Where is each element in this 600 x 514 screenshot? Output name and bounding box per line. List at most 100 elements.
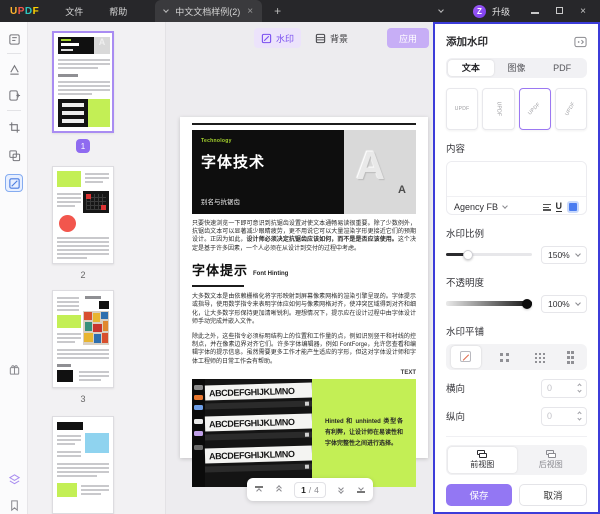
annotation-icon [8, 33, 21, 46]
section-heading: 字体提示 Font Hinting [192, 260, 416, 279]
tab-close-icon[interactable]: × [247, 6, 253, 17]
opacity-slider-handle[interactable] [522, 299, 532, 309]
watermark-text-input[interactable] [447, 162, 586, 196]
thumbnail-panel: A 1 [28, 22, 166, 514]
thumbnail-page-1[interactable]: A [52, 31, 114, 133]
avatar[interactable]: Z [473, 5, 486, 18]
account-chevron-icon[interactable] [438, 7, 444, 13]
bookmark-icon [8, 499, 21, 512]
next-page-button[interactable] [339, 486, 343, 493]
document-viewport: 水印 背景 应用 Technology 字体技术 别名与抗锯齿 A A 只要快速… [166, 22, 433, 514]
tiling-single-icon [460, 351, 471, 362]
first-page-icon [256, 488, 262, 494]
front-view-button[interactable]: 前视图 [448, 447, 517, 473]
previous-page-button[interactable] [277, 486, 281, 493]
scale-slider[interactable] [446, 253, 532, 256]
menu-help[interactable]: 帮助 [109, 5, 127, 18]
upgrade-button[interactable]: 升级 [492, 5, 510, 18]
save-button[interactable]: 保存 [446, 484, 512, 506]
page-indicator[interactable]: 1/4 [294, 482, 326, 498]
background-mode-label: 背景 [330, 32, 348, 45]
bookmark-button[interactable] [5, 496, 23, 514]
watermark-mode-button[interactable]: 水印 [254, 28, 301, 48]
underline-button[interactable]: U [556, 202, 563, 212]
vertical-spacing-input[interactable]: 0 [541, 407, 587, 426]
header-subtitle: 别名与抗锯齿 [201, 196, 335, 206]
front-view-label: 前视图 [470, 459, 494, 470]
tiling-grid-3x3-button[interactable] [518, 346, 548, 368]
thumb-art [99, 301, 109, 309]
style-vertical[interactable]: UPDF [482, 88, 514, 130]
edit-pdf-tool-button[interactable] [5, 60, 23, 78]
view-toggle: 前视图 后视图 [446, 445, 587, 475]
style-preview-text: UPDF [455, 106, 470, 112]
front-view-icon [477, 450, 487, 458]
maximize-icon [556, 7, 563, 14]
watermark-panel: 添加水印 文本 图像 PDF UPDF UPDF UPDF UPDF 内容 Ag… [433, 22, 600, 514]
organize-pages-tool-button[interactable] [5, 86, 23, 104]
tab-title: 中文文档样例(2) [175, 5, 240, 18]
crop-tool-button[interactable] [5, 118, 23, 136]
scale-value-dropdown[interactable]: 150% [541, 246, 587, 264]
content-label: 内容 [446, 141, 587, 155]
annotation-tool-button[interactable] [5, 30, 23, 48]
text-align-button[interactable] [543, 204, 551, 211]
tiling-column-button[interactable] [552, 346, 582, 368]
style-diagonal-reverse[interactable]: UPDF [555, 88, 587, 130]
style-diagonal[interactable]: UPDF [519, 88, 551, 130]
section-rule [192, 285, 244, 287]
cancel-button[interactable]: 取消 [519, 484, 587, 506]
tab-text[interactable]: 文本 [448, 60, 494, 76]
horizontal-stepper[interactable] [578, 384, 581, 392]
thumbnail-page-2[interactable] [52, 166, 114, 264]
tab-image[interactable]: 图像 [494, 60, 540, 76]
first-page-button[interactable] [255, 486, 263, 492]
back-view-button[interactable]: 后视图 [517, 447, 586, 473]
opacity-slider[interactable] [446, 301, 532, 306]
thumbnail-page-4[interactable] [52, 416, 114, 514]
back-view-label: 后视图 [539, 459, 563, 470]
horizontal-spacing-input[interactable]: 0 [541, 379, 587, 398]
resources-button[interactable] [5, 470, 23, 488]
watermark-tool-button[interactable] [5, 174, 23, 192]
new-tab-button[interactable]: + [274, 4, 281, 18]
thumbnail-page-3[interactable] [52, 290, 114, 388]
sidebar-divider [7, 53, 21, 54]
apply-button[interactable]: 应用 [387, 28, 429, 48]
scale-slider-row: 150% [446, 246, 587, 264]
background-mode-button[interactable]: 背景 [308, 28, 355, 48]
thumb-art [59, 215, 76, 232]
vertical-spacing-row: 纵向 0 [446, 407, 587, 426]
style-horizontal[interactable]: UPDF [446, 88, 478, 130]
specimen-row: ABCDEFGHIJKLMNO [205, 446, 312, 464]
last-page-button[interactable] [357, 486, 365, 492]
header-letter-image: A A [344, 130, 416, 214]
collapse-panel-icon[interactable] [574, 36, 587, 48]
thumb-art [88, 99, 110, 127]
tab-pdf[interactable]: PDF [539, 60, 585, 76]
maximize-button[interactable] [552, 6, 566, 17]
tab-list-chevron-icon[interactable] [163, 7, 169, 13]
small-letter: A [398, 184, 406, 196]
minimize-icon [531, 12, 539, 14]
tiling-single-button[interactable] [451, 346, 481, 368]
document-tab[interactable]: 中文文档样例(2) × [155, 0, 262, 22]
watermark-mode-label: 水印 [276, 32, 294, 45]
scale-slider-handle[interactable] [463, 250, 473, 260]
specimen-row: ABCDEFGHIJKLMNO [205, 383, 312, 401]
font-select[interactable]: Agency FB [454, 202, 498, 212]
total-pages: 4 [314, 485, 319, 495]
font-color-swatch[interactable] [567, 201, 579, 213]
green-note-block: Hinted 和 unhinted 类型各有利弊，让设计师在易读性和字体完整性之… [312, 379, 416, 487]
minimize-button[interactable] [528, 6, 542, 17]
batch-tool-button[interactable] [5, 146, 23, 164]
menu-file[interactable]: 文件 [65, 5, 83, 18]
close-button[interactable]: × [576, 6, 590, 17]
font-chevron-icon[interactable] [502, 203, 508, 209]
gift-promo-button[interactable] [5, 360, 23, 378]
tiling-grid-2x2-button[interactable] [485, 346, 515, 368]
pdf-page[interactable]: Technology 字体技术 别名与抗锯齿 A A 只要快速浏览一下即可意识到… [180, 117, 428, 458]
last-page-icon [358, 486, 364, 492]
vertical-stepper[interactable] [578, 412, 581, 420]
opacity-value-dropdown[interactable]: 100% [541, 295, 587, 313]
